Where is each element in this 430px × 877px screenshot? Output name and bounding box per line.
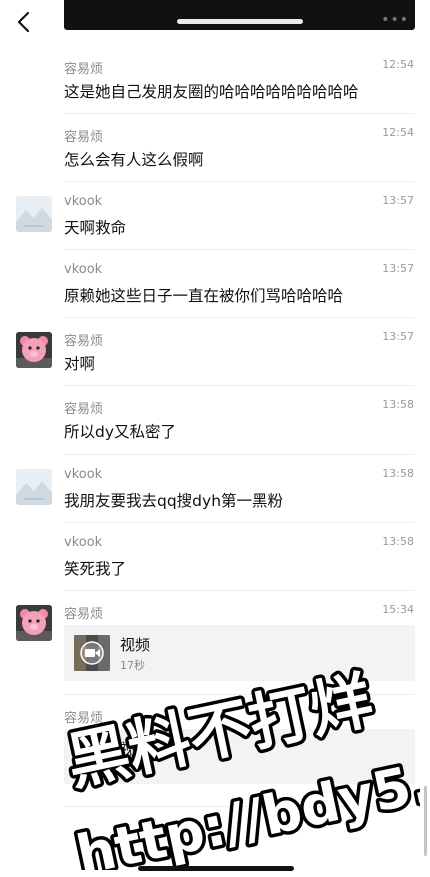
message-text: 原赖她这些日子一直在被你们骂哈哈哈哈 — [64, 287, 344, 305]
video-thumbnail — [74, 635, 110, 671]
message-text: 怎么会有人这么假啊 — [64, 151, 204, 169]
video-camera-icon — [74, 739, 110, 775]
message-row[interactable]: 容易烦 13:57 对啊 — [0, 317, 430, 385]
video-title: 视频 — [120, 740, 151, 758]
message-text: 所以dy又私密了 — [64, 423, 177, 441]
message-row[interactable]: 容易烦 12:54 这是她自己发朋友圈的哈哈哈哈哈哈哈哈哈 — [0, 44, 430, 113]
pink-bear-avatar-icon — [16, 332, 52, 368]
sender-name: vkook — [64, 262, 103, 277]
message-time: 13:57 — [382, 194, 414, 207]
chevron-left-icon — [17, 11, 30, 33]
progress-bar — [177, 19, 303, 24]
back-button[interactable] — [10, 8, 38, 36]
sender-name: 容易烦 — [64, 607, 104, 622]
landscape-avatar-icon — [16, 196, 52, 232]
scrollbar[interactable] — [424, 786, 427, 856]
sender-name: 容易烦 — [64, 130, 104, 145]
message-row[interactable]: vkook 13:57 天啊救命 — [0, 181, 430, 249]
message-time: 13:57 — [382, 262, 414, 275]
chat-history-screen: ••• 容易烦 12:54 这是她自己发朋友圈的哈哈哈哈哈哈哈哈哈 容易烦 12… — [0, 0, 430, 877]
message-text: 对啊 — [64, 355, 96, 373]
message-row[interactable]: 容易烦 13:58 所以dy又私密了 — [0, 385, 430, 454]
avatar[interactable] — [16, 469, 52, 505]
message-time: 13:58 — [382, 467, 414, 480]
home-indicator[interactable] — [138, 866, 294, 871]
video-duration: 17秒 — [120, 659, 145, 672]
message-row[interactable]: 容易烦 视频 — [0, 694, 430, 806]
video-title: 视频 — [120, 636, 151, 654]
video-camera-icon — [74, 635, 110, 671]
sender-name: vkook — [64, 467, 103, 482]
message-time: 13:57 — [382, 330, 414, 343]
message-row[interactable]: vkook 13:58 笑死我了 — [0, 522, 430, 590]
message-text: 笑死我了 — [64, 560, 127, 578]
landscape-avatar-icon — [16, 469, 52, 505]
avatar[interactable] — [16, 196, 52, 232]
message-time: 13:58 — [382, 535, 414, 548]
top-bar: ••• — [0, 0, 430, 44]
message-text: 我朋友要我去qq搜dyh第一黑粉 — [64, 492, 284, 510]
sender-name: 容易烦 — [64, 711, 104, 726]
sender-name: 容易烦 — [64, 402, 104, 417]
message-row[interactable]: vkook 13:57 原赖她这些日子一直在被你们骂哈哈哈哈 — [0, 249, 430, 317]
avatar[interactable] — [16, 605, 52, 641]
message-row[interactable]: 容易烦 15:34 视频 17秒 — [0, 590, 430, 694]
message-text: 天啊救命 — [64, 219, 127, 237]
ellipsis-icon[interactable]: ••• — [381, 12, 409, 28]
video-thumbnail — [74, 739, 110, 775]
avatar[interactable] — [16, 332, 52, 368]
message-time: 13:58 — [382, 398, 414, 411]
video-card[interactable]: 视频 — [64, 729, 415, 784]
divider — [64, 806, 414, 807]
message-row[interactable]: 容易烦 12:54 怎么会有人这么假啊 — [0, 113, 430, 181]
sender-name: 容易烦 — [64, 62, 104, 77]
message-text: 这是她自己发朋友圈的哈哈哈哈哈哈哈哈哈 — [64, 83, 359, 101]
sender-name: vkook — [64, 194, 103, 209]
message-time: 15:34 — [382, 603, 414, 616]
message-row[interactable]: vkook 13:58 我朋友要我去qq搜dyh第一黑粉 — [0, 454, 430, 522]
pink-bear-avatar-icon — [16, 605, 52, 641]
message-time: 12:54 — [382, 58, 414, 71]
sender-name: 容易烦 — [64, 334, 104, 349]
video-card[interactable]: 视频 17秒 — [64, 625, 415, 681]
video-preview-strip[interactable]: ••• — [64, 0, 415, 30]
sender-name: vkook — [64, 535, 103, 550]
message-time: 12:54 — [382, 126, 414, 139]
